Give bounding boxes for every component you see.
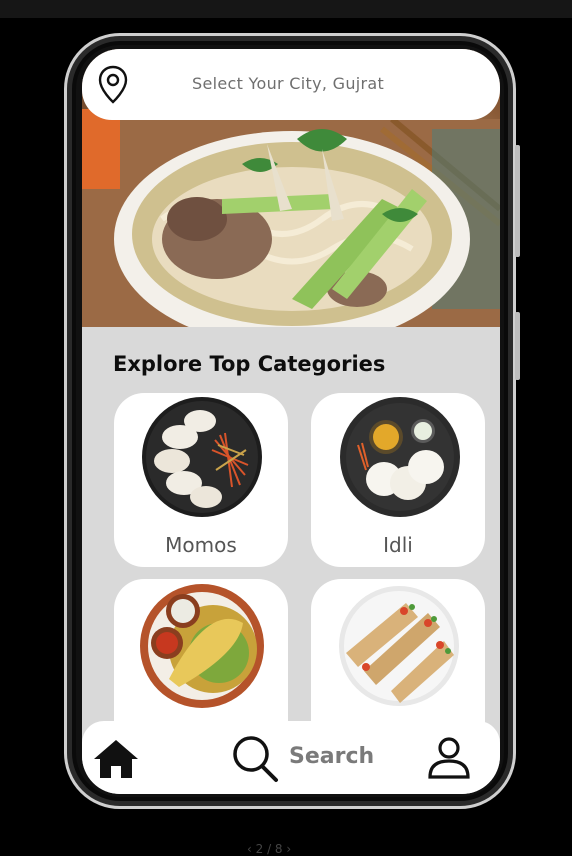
top-strip (0, 0, 572, 18)
location-bar[interactable]: Select Your City, Gujrat (82, 49, 500, 120)
app-screen: Select Your City, Gujrat Explore Top Cat… (82, 49, 500, 794)
home-icon[interactable] (92, 738, 140, 780)
dosa-plate-image (140, 584, 264, 708)
location-pin-icon[interactable] (98, 65, 128, 105)
category-card-idli[interactable]: Idli (311, 393, 485, 567)
phone-side-button (515, 312, 520, 380)
profile-icon[interactable] (426, 735, 472, 781)
category-label: Idli (383, 533, 413, 557)
slide-pager[interactable]: ‹ 2 / 8 › (247, 842, 291, 856)
rolls-plate-image (339, 586, 459, 706)
section-title: Explore Top Categories (113, 352, 386, 376)
momos-plate-image (142, 397, 262, 517)
search-button[interactable]: Search (289, 744, 374, 769)
city-selector[interactable]: Select Your City, Gujrat (192, 74, 384, 93)
bottom-nav: Search (82, 721, 500, 794)
category-label: Momos (165, 533, 237, 557)
idli-plate-image (340, 397, 460, 517)
search-icon[interactable] (232, 735, 280, 783)
category-card-momos[interactable]: Momos (114, 393, 288, 567)
phone-side-button (515, 145, 520, 257)
